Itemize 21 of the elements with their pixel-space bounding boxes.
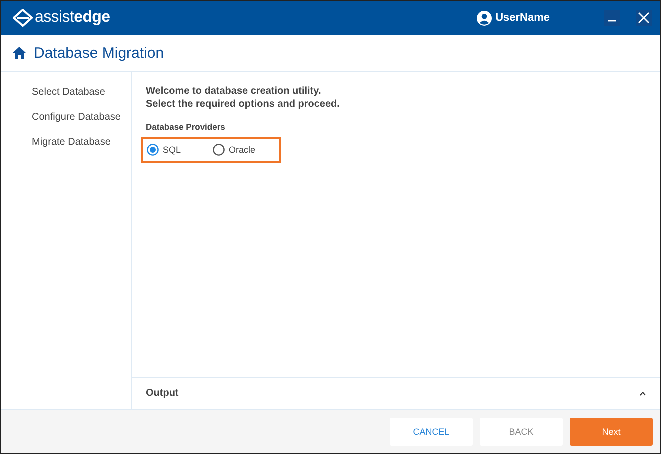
logo-text: assistedge	[35, 9, 110, 27]
output-label: Output	[146, 388, 179, 399]
close-icon	[638, 12, 650, 24]
user-icon	[476, 10, 492, 26]
minimize-button[interactable]	[604, 10, 620, 26]
radio-option[interactable]: SQL	[147, 144, 213, 156]
sidebar-item[interactable]: Configure Database	[32, 110, 131, 125]
intro-text: Select the required options and proceed.	[146, 98, 340, 111]
footer-button[interactable]: CANCEL	[390, 418, 473, 446]
page-title: Database Migration	[34, 44, 164, 62]
sidebar-item[interactable]: Migrate Database	[32, 135, 131, 150]
home-icon[interactable]	[13, 47, 26, 59]
logo-icon	[13, 9, 33, 27]
close-button[interactable]	[636, 10, 652, 26]
radio-option[interactable]: Oracle	[213, 144, 279, 156]
user-name: UserName	[496, 12, 550, 24]
intro-text: Welcome to database creation utility.	[146, 85, 322, 98]
field-label: Database Providers	[146, 122, 226, 132]
caret-icon[interactable]	[640, 392, 646, 396]
minimize-icon	[608, 20, 616, 22]
sidebar-item[interactable]: Select Database	[32, 85, 131, 100]
